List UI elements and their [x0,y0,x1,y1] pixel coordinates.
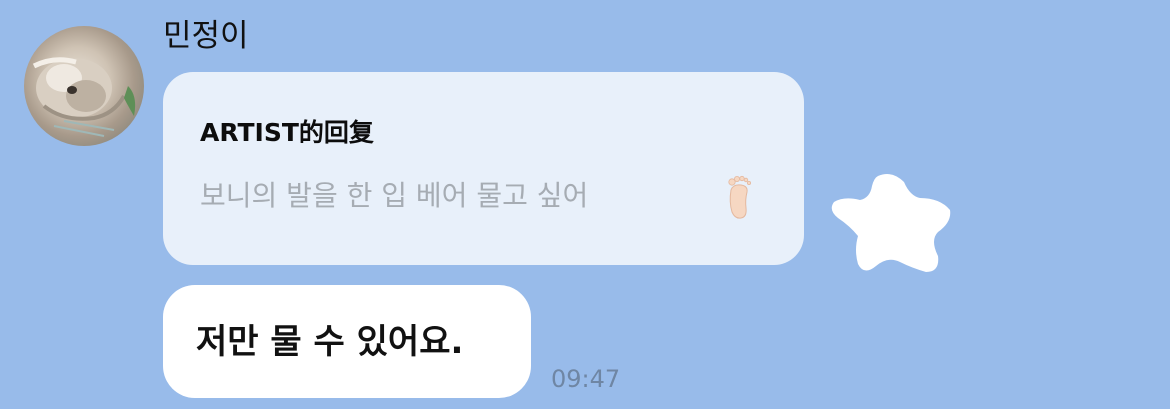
reply-title: ARTIST的回复 [200,118,374,147]
dog-photo-icon [32,57,136,137]
avatar[interactable] [24,26,144,146]
reply-text: 보니의 발을 한 입 베어 물고 싶어 [200,179,589,212]
message-timestamp: 09:47 [551,365,621,393]
reply-bubble[interactable]: ARTIST的回复 보니의 발을 한 입 베어 물고 싶어 [163,72,804,265]
message-text: 저만 물 수 있어요. [196,322,464,362]
white-star-sticker-icon[interactable] [826,170,956,280]
message-bubble[interactable]: 저만 물 수 있어요. [163,285,531,398]
foot-icon [728,175,751,219]
sender-name: 민정이 [163,18,249,54]
